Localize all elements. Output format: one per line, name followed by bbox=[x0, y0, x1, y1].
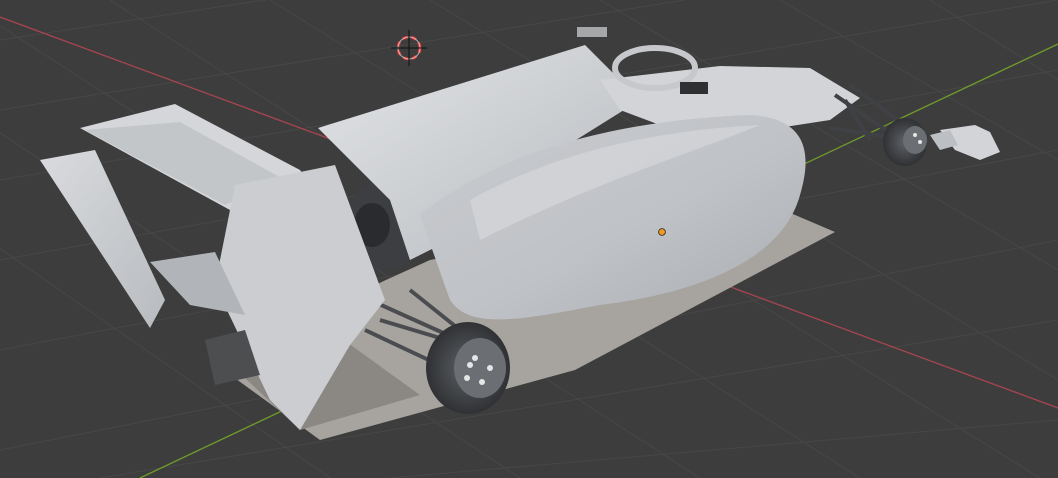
steering-wheel bbox=[680, 82, 708, 94]
3d-viewport[interactable] bbox=[0, 0, 1058, 478]
race-car-model[interactable] bbox=[40, 27, 1000, 440]
rear-wing-endplate-left bbox=[40, 150, 165, 328]
rear-wheel bbox=[426, 322, 510, 414]
airbox-camera bbox=[577, 27, 607, 37]
3d-cursor-icon[interactable] bbox=[391, 30, 427, 66]
viewport-canvas[interactable] bbox=[0, 0, 1058, 478]
object-origin-point[interactable] bbox=[658, 228, 666, 236]
front-wheel bbox=[883, 118, 927, 166]
